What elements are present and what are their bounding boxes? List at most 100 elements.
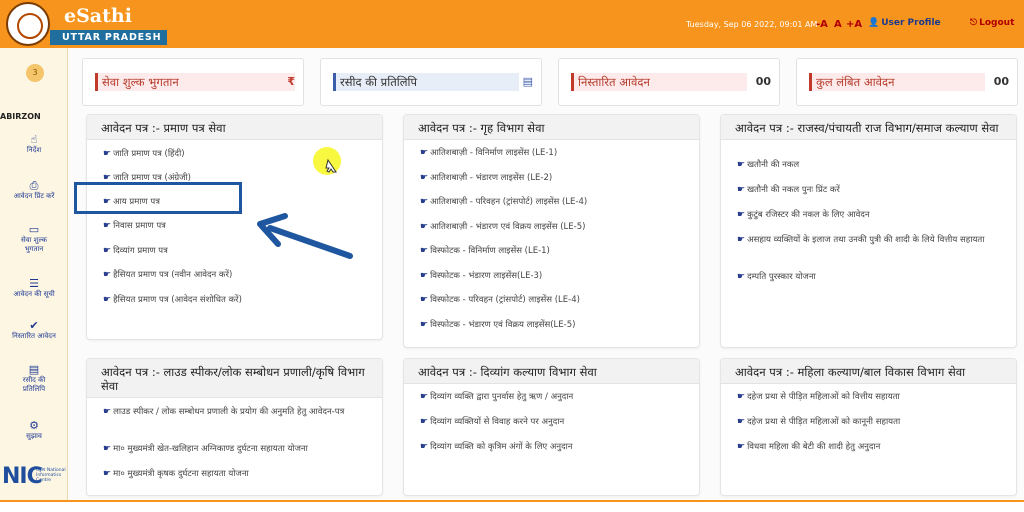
pointer-hand-icon: ☛ [420,417,429,427]
font-decrease-button[interactable]: -A [816,19,828,30]
list-item[interactable]: ☛ लाउड स्पीकर / लोक सम्बोधन प्रणाली के प्… [103,407,370,418]
list-item[interactable]: ☛ हैसियत प्रमाण पत्र (नवीन आवेदन करें) [103,270,370,281]
sidebar-item-disposed[interactable]: ✔ निस्तारित आवेदन [0,320,68,341]
card-receipt-copy[interactable]: रसीद की प्रतिलिपि ▤ [320,58,542,106]
panel-title: आवेदन पत्र :- लाउड स्पीकर/लोक सम्बोधन प्… [87,359,382,398]
sidebar-item-suggestion[interactable]: ⚙ सुझाव [0,420,68,441]
list-item[interactable]: ☛ विस्फोटक - परिवहन (ट्रांसपोर्ट) लाइसेंस… [420,295,687,306]
printer-icon: ⎙ [29,179,39,192]
card-fee-payment[interactable]: सेवा शुल्क भुगतान ₹ [82,58,304,106]
pointer-hand-icon: ☛ [420,222,429,232]
pointer-hand-icon: ☛ [420,173,429,183]
pointer-hand-icon: ☛ [737,442,746,452]
panel-disability-welfare: आवेदन पत्र :- दिव्यांग कल्याण विभाग सेवा… [403,358,700,496]
list-item[interactable]: ☛ विस्फोटक - भंडारण एवं विक्रय लाइसेंस(LE… [420,320,687,331]
pointer-hand-icon: ☛ [737,235,746,245]
pointer-hand-icon: ☛ [420,197,429,207]
list-item[interactable]: ☛ खतौनी की नकल [737,160,1004,171]
sidebar-item-print-application[interactable]: ⎙ आवेदन प्रिंट करें [0,180,68,201]
list-icon: ☰ [29,277,39,290]
card-value: 00 [993,75,1009,88]
panel-title: आवेदन पत्र :- दिव्यांग कल्याण विभाग सेवा [404,359,699,384]
list-item[interactable]: ☛ आतिशबाज़ी - भंडारण एवं विक्रय लाइसेंस (… [420,222,687,233]
pointer-hand-icon: ☛ [103,407,112,417]
username: ABIRZON [0,112,41,121]
card-label: रसीद की प्रतिलिपि [333,73,519,91]
receipt-icon: ▤ [522,75,533,88]
list-item[interactable]: ☛ मा० मुख्यमंत्री खेत-खलिहान अग्निकाण्ड द… [103,444,370,455]
pointer-hand-icon: ☛ [420,320,429,330]
pointer-hand-icon: ☛ [737,272,746,282]
list-item[interactable]: ☛ दिव्यांग प्रमाण पत्र [103,246,370,257]
user-icon: 👤 [868,18,880,28]
list-item[interactable]: ☛ दिव्यांग व्यक्तियों से विवाह करने पर अन… [420,417,687,428]
list-item[interactable]: ☛ दहेज प्रथा से पीड़ित महिलाओं को वित्तीय… [737,392,1004,403]
logout-label: Logout [979,18,1015,28]
list-item[interactable]: ☛ आतिशबाज़ी - भंडारण लाइसेंस (LE-2) [420,173,687,184]
list-item[interactable]: ☛ दम्पति पुरस्कार योजना [737,272,1004,283]
pointer-hand-icon: ☛ [103,469,112,479]
list-item[interactable]: ☛ मा० मुख्यमंत्री कृषक दुर्घटना सहायता यो… [103,469,370,480]
list-item[interactable]: ☛ आतिशबाज़ी - विनिर्माण लाइसेंस (LE-1) [420,148,687,159]
pointer-hand-icon: ☛ [420,295,429,305]
rupee-icon: ₹ [287,75,295,88]
user-profile-label: User Profile [881,18,941,28]
check-icon: ✔ [29,319,39,332]
list-item[interactable]: ☛ आतिशबाज़ी - परिवहन (ट्रांसपोर्ट) लाइसें… [420,197,687,208]
panel-title: आवेदन पत्र :- गृह विभाग सेवा [404,115,699,140]
document-icon: ▤ [28,363,40,376]
card-value: 00 [755,75,771,88]
pointer-hand-icon: ☛ [103,246,112,256]
avatar[interactable]: 3 [26,64,44,82]
card-label: निस्तारित आवेदन [571,73,747,91]
list-item[interactable]: ☛ कुटुंब रजिस्टर की नकल के लिए आवेदन [737,210,1004,221]
user-profile-link[interactable]: 👤 User Profile [868,18,941,28]
card-icon: ▭ [28,223,40,236]
card-pending[interactable]: कुल लंबित आवेदन 00 [796,58,1018,106]
state-badge: UTTAR PRADESH [50,30,168,45]
list-item[interactable]: ☛ दहेज प्रथा से पीड़ित महिलाओं को कानूनी … [737,417,1004,428]
sidebar-item-receipt-copy[interactable]: ▤ रसीद की प्रतिलिपि [0,364,68,394]
pointer-hand-icon: ☛ [103,221,112,231]
panel-home-department: आवेदन पत्र :- गृह विभाग सेवा ☛ आतिशबाज़ी … [403,114,700,348]
sidebar-item-fee-payment[interactable]: ▭ सेवा शुल्क भुगतान [0,224,68,254]
card-label: कुल लंबित आवेदन [809,73,985,91]
pointer-hand-icon: ☛ [420,392,429,402]
list-item[interactable]: ☛ विस्फोटक - विनिर्माण लाइसेंस (LE-1) [420,246,687,257]
user-gear-icon: ⚙ [29,419,39,432]
list-item[interactable]: ☛ दिव्यांग व्यक्ति को कृत्रिम अंगों के लि… [420,442,687,453]
pointer-hand-icon: ☛ [737,185,746,195]
up-emblem-logo [6,2,50,46]
list-item[interactable]: ☛ असहाय व्यक्तियों के इलाज तथा उनकी पुत्र… [737,235,1004,246]
font-increase-button[interactable]: +A [846,19,862,30]
pointer-hand-icon: ☛ [737,392,746,402]
pointer-hand-icon: ☛ [103,270,112,280]
sidebar-item-instructions[interactable]: ☝ निर्देश [0,134,68,155]
nic-logo: NIC राष्ट्रीय National Informatics Centr… [2,464,66,489]
pointer-hand-icon: ☛ [103,149,112,159]
panel-loudspeaker-agriculture: आवेदन पत्र :- लाउड स्पीकर/लोक सम्बोधन प्… [86,358,383,496]
list-item[interactable]: ☛ निवास प्रमाण पत्र [103,221,370,232]
list-item[interactable]: ☛ दिव्यांग व्यक्ति द्वारा पुनर्वास हेतु ऋ… [420,392,687,403]
list-item[interactable]: ☛ विधवा महिला की बेटी की शादी हेतु अनुदान [737,442,1004,453]
list-item[interactable]: ☛ खतौनी की नकल पुनः प्रिंट करें [737,185,1004,196]
logout-link[interactable]: ⎋ Logout [970,18,1014,28]
panel-title: आवेदन पत्र :- महिला कल्याण/बाल विकास विभ… [721,359,1016,384]
card-disposed[interactable]: निस्तारित आवेदन 00 [558,58,780,106]
logout-icon: ⎋ [970,18,978,28]
list-item[interactable]: ☛ विस्फोटक - भंडारण लाइसेंस(LE-3) [420,271,687,282]
date-time: Tuesday, Sep 06 2022, 09:01 AM [686,20,818,29]
pointer-hand-icon: ☛ [420,442,429,452]
top-header: eSathi UTTAR PRADESH Tuesday, Sep 06 202… [0,0,1024,48]
footer-bar [0,500,1024,512]
pointer-hand-icon: ☛ [420,271,429,281]
list-item[interactable]: ☛ हैसियत प्रमाण पत्र (आवेदन संशोधित करें) [103,295,370,306]
highlight-box [74,182,242,214]
panel-title: आवेदन पत्र :- राजस्व/पंचायती राज विभाग/स… [721,115,1016,140]
pointer-hand-icon: ☛ [737,210,746,220]
sidebar-item-application-list[interactable]: ☰ आवेदन की सूची [0,278,68,299]
panel-title: आवेदन पत्र :- प्रमाण पत्र सेवा [87,115,382,140]
pointer-hand-icon: ☛ [420,246,429,256]
pointer-hand-icon: ☝ [30,133,38,146]
font-normal-button[interactable]: A [834,19,842,30]
